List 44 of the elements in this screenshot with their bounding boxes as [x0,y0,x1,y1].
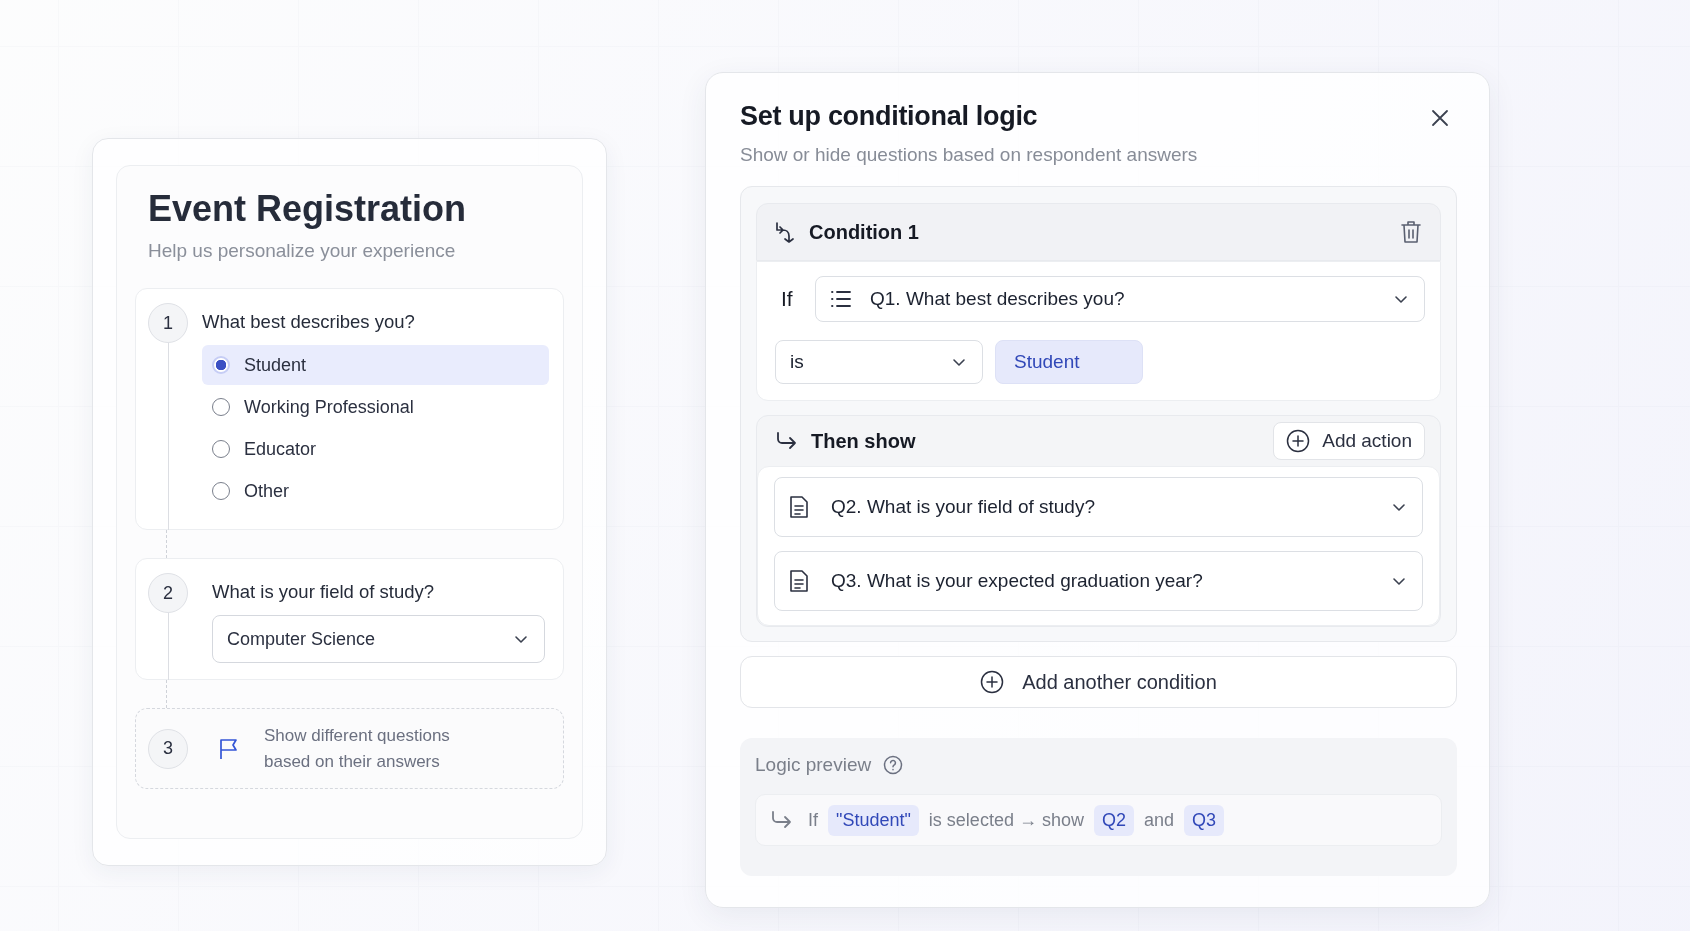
question-select[interactable]: Q2. What is your field of study? [774,477,1423,537]
preview-text: and [1143,809,1174,831]
flag-icon [218,736,240,761]
question-title: What is your field of study? [212,581,436,603]
value-chip[interactable]: Student [995,340,1143,384]
preview-text: If [808,809,818,831]
list-icon [830,290,852,308]
dialog-title: Set up conditional logic [740,101,1038,132]
operator-select[interactable]: is [775,340,983,384]
question-title: What best describes you? [202,311,416,333]
hint-text: Show different questions based on their answers [264,725,451,773]
step-number: 2 [148,573,188,613]
dropdown[interactable]: Computer Science [212,615,545,663]
radio-option[interactable]: Student [202,345,549,385]
document-icon [789,495,809,519]
add-condition-button[interactable]: Add another condition [740,656,1457,708]
question-select[interactable]: Q1. What best describes you? [815,276,1425,322]
preview-chip: "Student" [828,804,919,836]
plus-circle-icon [980,670,1005,694]
plus-circle-icon [1286,429,1311,453]
dialog-subtitle: Show or hide questions based on respondent answers [740,144,1199,166]
step-number: 3 [148,728,188,769]
close-icon[interactable] [1431,109,1449,127]
document-icon [789,569,809,593]
radio-option[interactable]: Working Professional [202,387,549,427]
help-icon[interactable] [883,755,904,775]
radio-option[interactable]: Educator [202,429,549,469]
form-title: Event Registration [148,188,468,230]
step-number: 1 [148,303,188,343]
condition-title: Condition 1 [809,220,920,244]
turn-arrow-icon [775,431,797,451]
if-label: If [781,287,794,311]
turn-arrow-icon [770,810,792,830]
form-subtitle: Help us personalize your experience [148,240,457,262]
preview-text: is selected → show [928,809,1084,831]
trash-icon[interactable] [1400,220,1422,244]
preview-chip: Q2 [1093,804,1134,836]
radio-option[interactable]: Other [202,471,549,511]
preview-title: Logic preview [755,754,872,776]
then-label: Then show [811,429,917,453]
add-action-button[interactable]: Add action [1273,422,1425,460]
question-select[interactable]: Q3. What is your expected graduation year? [774,551,1423,611]
split-arrow-icon [773,221,795,243]
preview-chip: Q3 [1184,804,1224,836]
